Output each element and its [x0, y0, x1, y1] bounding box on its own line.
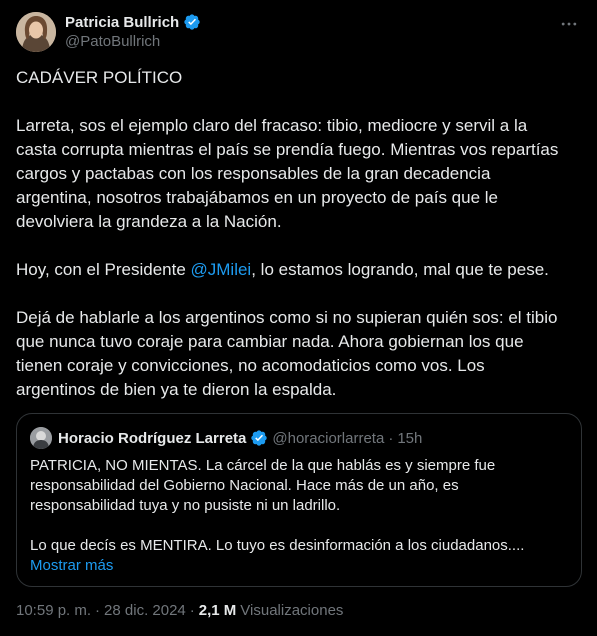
author-name[interactable]: Patricia Bullrich [65, 14, 179, 31]
tweet-header: Patricia Bullrich @PatoBullrich [16, 12, 581, 54]
tweet-line: Hoy, con el Presidente @JMilei, lo estam… [16, 258, 582, 282]
tweet-line: tienen coraje y convicciones, no acomoda… [16, 356, 485, 375]
tweet-line: argentina, nosotros trabajábamos en un p… [16, 188, 498, 207]
quoted-line: responsabilidad del Gobierno Nacional. H… [30, 477, 459, 494]
tweet-line: devolviera la grandeza a la Nación. [16, 212, 282, 231]
tweet-line: cargos y pactabas con los responsables d… [16, 164, 491, 183]
tweet-line: Dejá de hablarle a los argentinos como s… [16, 308, 558, 327]
views-label: Visualizaciones [240, 602, 344, 619]
quoted-tweet-header: Horacio Rodríguez Larreta @horaciorlarre… [30, 427, 423, 449]
show-more-link[interactable]: Mostrar más [30, 556, 570, 576]
quoted-line: responsabilidad tuya y no pusiste ni un … [30, 497, 341, 514]
separator-dot: · [388, 429, 394, 447]
quoted-timestamp: 15h [397, 429, 423, 447]
tweet-footer: 10:59 p. m. · 28 dic. 2024 · 2,1 M Visua… [16, 602, 343, 619]
tweet-time[interactable]: 10:59 p. m. [16, 602, 91, 619]
separator-dot: · [95, 602, 101, 619]
quoted-author-name: Horacio Rodríguez Larreta [58, 429, 247, 447]
author-handle[interactable]: @PatoBullrich [65, 33, 160, 50]
tweet-card: Patricia Bullrich @PatoBullrich CADÁVER … [0, 0, 597, 636]
tweet-line: argentinos de bien ya te dieron la espal… [16, 380, 337, 399]
tweet-text: CADÁVER POLÍTICO Larreta, sos el ejemplo… [16, 66, 582, 402]
tweet-line: Larreta, sos el ejemplo claro del fracas… [16, 116, 528, 135]
more-options-icon[interactable] [557, 12, 581, 36]
quoted-tweet-text: PATRICIA, NO MIENTAS. La cárcel de la qu… [30, 456, 570, 576]
tweet-title: CADÁVER POLÍTICO [16, 68, 183, 87]
author-avatar[interactable] [16, 12, 56, 52]
verified-badge-icon [251, 430, 268, 446]
views-count: 2,1 M [198, 602, 237, 619]
tweet-line: que nunca tuvo coraje para cambiar nada.… [16, 332, 524, 351]
quoted-author-avatar [30, 427, 52, 449]
tweet-text-fragment: Hoy, con el Presidente [16, 260, 191, 279]
quoted-author-handle: @horaciorlarreta [272, 429, 385, 447]
author-avatar-image [16, 12, 56, 52]
quoted-line: PATRICIA, NO MIENTAS. La cárcel de la qu… [30, 457, 496, 474]
quoted-line: Lo que decís es MENTIRA. Lo tuyo es desi… [30, 537, 525, 554]
tweet-line: casta corrupta mientras el país se prend… [16, 140, 559, 159]
separator-dot: · [189, 602, 195, 619]
quoted-tweet[interactable]: Horacio Rodríguez Larreta @horaciorlarre… [16, 413, 582, 587]
mention-link[interactable]: @JMilei [191, 260, 252, 279]
tweet-text-fragment: , lo estamos logrando, mal que te pese. [251, 260, 549, 279]
tweet-date[interactable]: 28 dic. 2024 [104, 602, 186, 619]
verified-badge-icon[interactable] [183, 13, 201, 31]
author-name-line: Patricia Bullrich [65, 13, 201, 31]
